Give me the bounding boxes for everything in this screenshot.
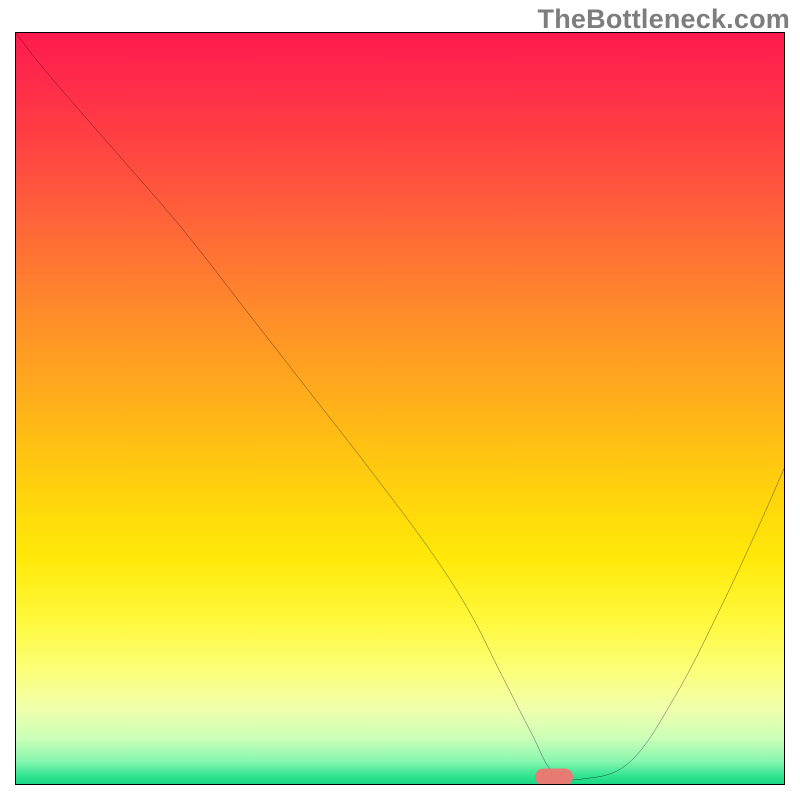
watermark-text: TheBottleneck.com xyxy=(538,4,790,35)
plot-area xyxy=(15,32,785,785)
chart-stage: TheBottleneck.com xyxy=(0,0,800,800)
bottleneck-curve xyxy=(16,33,784,784)
optimal-marker xyxy=(535,769,573,785)
